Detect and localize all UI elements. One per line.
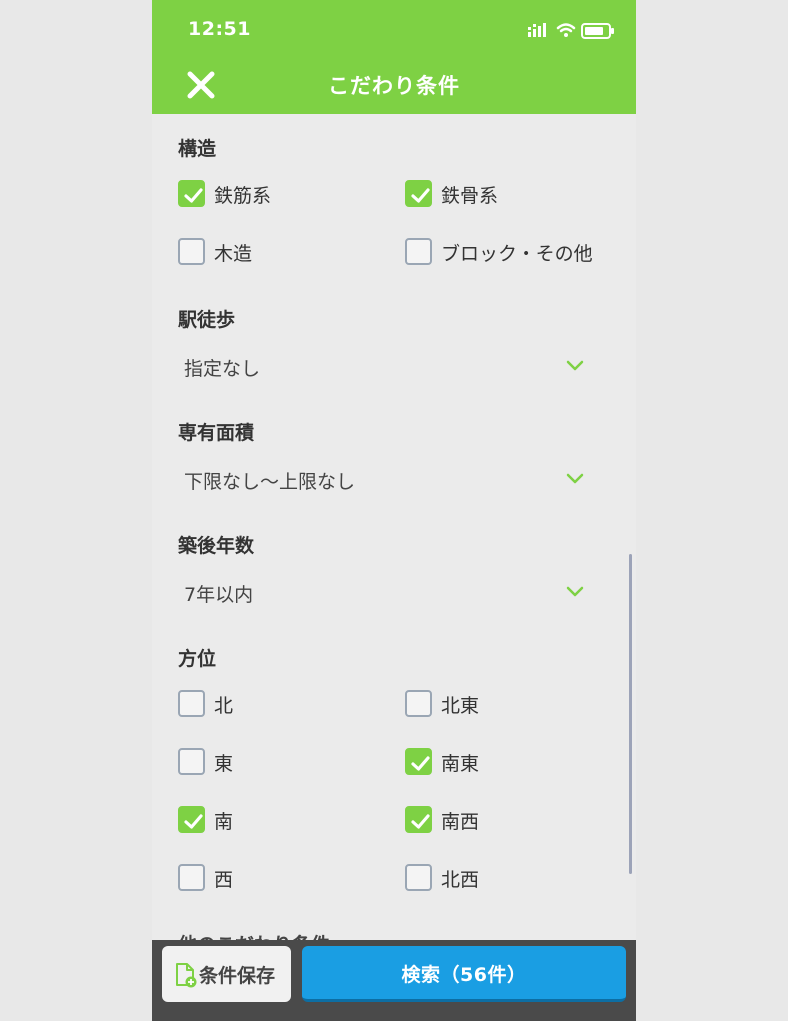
battery-icon: [581, 23, 614, 39]
checkbox-label: 西: [214, 869, 234, 891]
checkbox-box[interactable]: [405, 864, 432, 891]
checkbox-box[interactable]: [178, 864, 205, 891]
checkbox-box[interactable]: [405, 748, 432, 775]
check-icon: [411, 814, 430, 829]
checkbox-box[interactable]: [178, 748, 205, 775]
scrollbar[interactable]: [629, 554, 632, 874]
checkbox-label: 東: [214, 753, 234, 775]
wifi-icon: [556, 23, 576, 37]
section-title-structure: 構造: [178, 138, 217, 160]
checkbox-label: 北: [214, 695, 234, 717]
select-walk[interactable]: 指定なし: [178, 351, 608, 385]
checkbox-label: 北東: [441, 695, 480, 717]
checkbox-box[interactable]: [405, 180, 432, 207]
checkbox-box[interactable]: [405, 238, 432, 265]
select-value: 下限なし～上限なし: [184, 471, 356, 493]
section-title-direction: 方位: [178, 648, 217, 670]
footer-bar: 条件保存 検索（56件）: [152, 940, 636, 1021]
check-icon: [184, 188, 203, 203]
select-age[interactable]: 7年以内: [178, 577, 608, 611]
checkbox-box[interactable]: [178, 238, 205, 265]
checkbox-box[interactable]: [405, 690, 432, 717]
checkbox-label: 鉄骨系: [441, 185, 499, 207]
phone-screen: 12:51 こだわり条件 構造 鉄筋系 鉄骨系 木造 ブロック・その他 駅徒歩 …: [152, 0, 636, 1021]
save-conditions-label: 条件保存: [199, 965, 276, 987]
save-conditions-button[interactable]: 条件保存: [162, 946, 291, 1002]
checkbox-label: 北西: [441, 869, 480, 891]
checkbox-box[interactable]: [178, 690, 205, 717]
section-title-walk: 駅徒歩: [178, 309, 236, 331]
search-button-label: 検索（56件）: [401, 964, 527, 986]
status-time: 12:51: [188, 18, 251, 40]
section-title-area: 専有面積: [178, 422, 255, 444]
filter-content: 構造 鉄筋系 鉄骨系 木造 ブロック・その他 駅徒歩 指定なし 専有面積 下限な…: [152, 114, 636, 940]
checkbox-label: 南西: [441, 811, 480, 833]
app-header: 12:51 こだわり条件: [152, 0, 636, 114]
checkbox-label: 南東: [441, 753, 480, 775]
select-value: 7年以内: [184, 584, 254, 606]
page-title: こだわり条件: [328, 74, 460, 98]
chevron-down-icon: [566, 473, 584, 484]
checkbox-box[interactable]: [178, 180, 205, 207]
select-area[interactable]: 下限なし～上限なし: [178, 464, 608, 498]
search-button[interactable]: 検索（56件）: [302, 946, 626, 1002]
status-icons: [528, 20, 618, 42]
check-icon: [184, 814, 203, 829]
chevron-down-icon: [566, 586, 584, 597]
checkbox-label: ブロック・その他: [441, 243, 593, 265]
signal-icon: [528, 23, 546, 37]
checkbox-box[interactable]: [178, 806, 205, 833]
chevron-down-icon: [566, 360, 584, 371]
check-icon: [411, 756, 430, 771]
checkbox-label: 木造: [214, 243, 253, 265]
checkbox-box[interactable]: [405, 806, 432, 833]
check-icon: [411, 188, 430, 203]
add-document-icon: [176, 963, 197, 988]
section-title-other: 他のこだわり条件: [178, 930, 330, 940]
section-title-age: 築後年数: [178, 535, 255, 557]
select-value: 指定なし: [184, 358, 261, 380]
checkbox-label: 南: [214, 811, 234, 833]
checkbox-label: 鉄筋系: [214, 185, 272, 207]
